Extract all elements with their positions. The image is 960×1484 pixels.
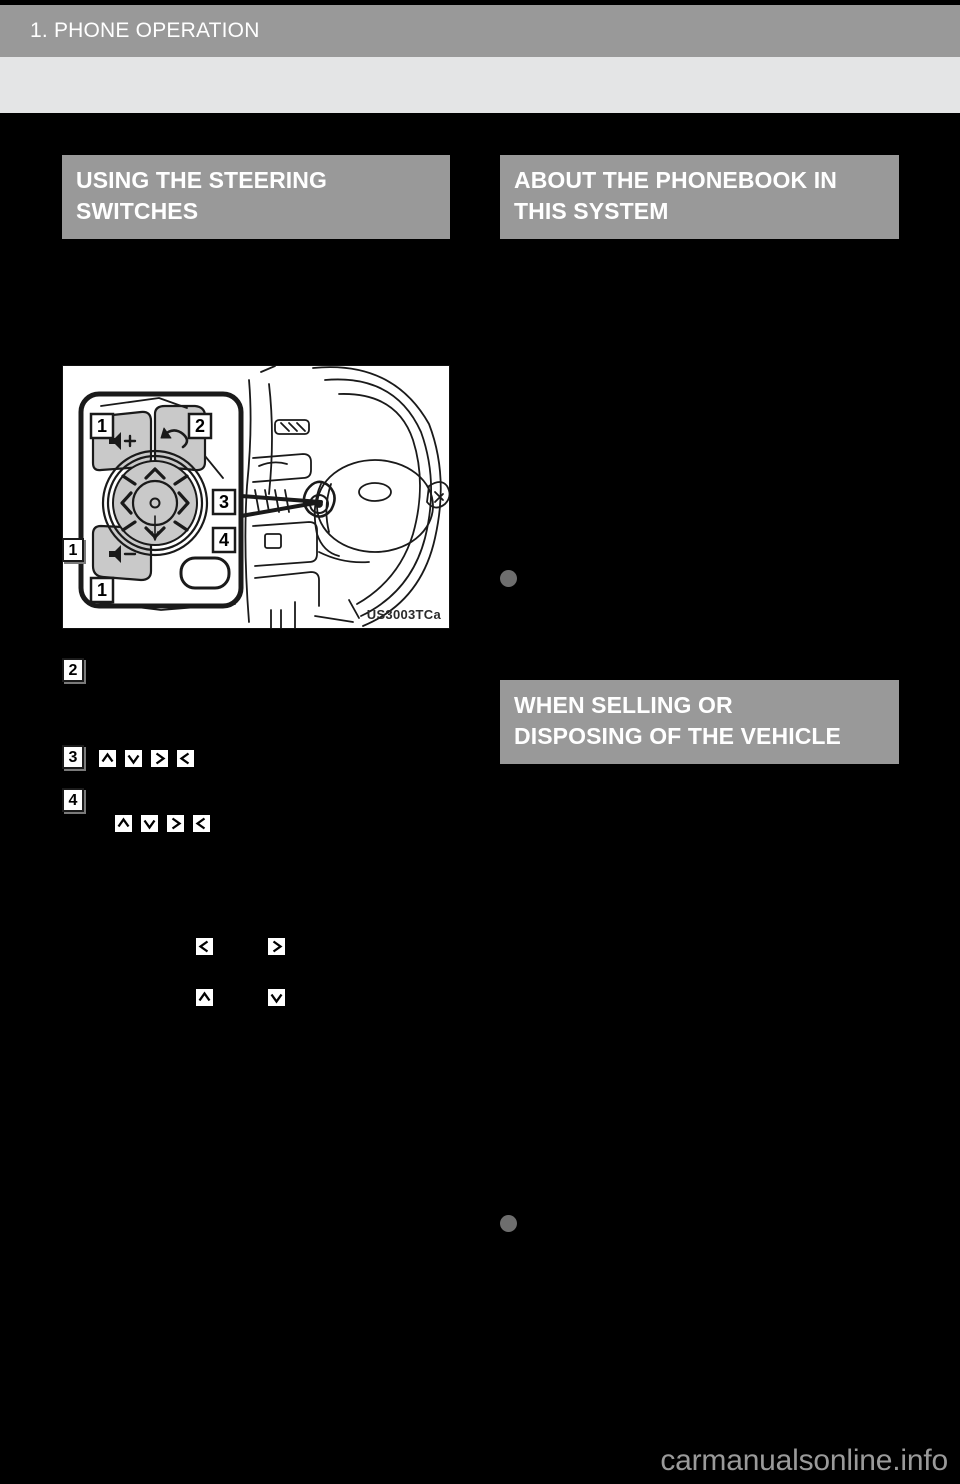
arrow-left-icon <box>196 938 213 955</box>
callout-badge-2: 2 <box>62 658 84 682</box>
arrow-down-icon <box>141 815 158 832</box>
arrow-down-icon <box>268 989 285 1006</box>
bullet-marker-2 <box>500 1215 517 1232</box>
arrow-pair-up <box>196 989 222 1006</box>
arrow-left-icon <box>193 815 210 832</box>
bullet-marker-1 <box>500 570 517 587</box>
right-column: ABOUT THE PHONEBOOK IN THIS SYSTEM <box>500 155 899 239</box>
arrow-glyph-row-1 <box>99 750 203 767</box>
arrow-pair-right <box>268 938 294 955</box>
callout-badge-1: 1 <box>62 538 84 562</box>
running-head-title: 1. PHONE OPERATION <box>30 19 260 42</box>
svg-text:2: 2 <box>195 416 205 436</box>
svg-text:4: 4 <box>219 530 229 550</box>
arrow-right-icon <box>151 750 168 767</box>
callout-badge-4: 4 <box>62 788 84 812</box>
svg-text:1: 1 <box>97 416 107 436</box>
arrow-right-icon <box>268 938 285 955</box>
arrow-left-icon <box>177 750 194 767</box>
section-heading-when-selling: WHEN SELLING OR DISPOSING OF THE VEHICLE <box>500 680 899 764</box>
arrow-pair-left <box>196 938 222 955</box>
steering-wheel-diagram-svg: 1 2 3 4 1 <box>63 366 449 628</box>
site-watermark: carmanualsonline.info <box>660 1444 948 1477</box>
svg-text:3: 3 <box>219 492 229 512</box>
page-subheader-band <box>0 57 960 113</box>
arrow-down-icon <box>125 750 142 767</box>
svg-text:1: 1 <box>97 580 107 600</box>
section-heading-line-2: SWITCHES <box>76 198 199 224</box>
section-heading-using-steering-switches: USING THE STEERING SWITCHES <box>62 155 450 239</box>
arrow-up-icon <box>196 989 213 1006</box>
section-heading-line-2: THIS SYSTEM <box>514 198 669 224</box>
left-column: USING THE STEERING SWITCHES <box>62 155 450 239</box>
figure-code: US3003TCa <box>366 607 441 622</box>
arrow-right-icon <box>167 815 184 832</box>
arrow-up-icon <box>115 815 132 832</box>
page-body: USING THE STEERING SWITCHES 1 2 3 4 1 US… <box>0 113 960 1484</box>
page-header-band: 1. PHONE OPERATION <box>0 5 960 57</box>
section-heading-line-1: WHEN SELLING OR <box>514 692 733 718</box>
arrow-up-icon <box>99 750 116 767</box>
section-heading-line-1: ABOUT THE PHONEBOOK IN <box>514 167 837 193</box>
section-heading-line-2: DISPOSING OF THE VEHICLE <box>514 723 841 749</box>
section-heading-line-1: USING THE STEERING <box>76 167 327 193</box>
steering-switch-illustration: 1 2 3 4 1 US3003TCa <box>62 365 450 629</box>
callout-badge-3: 3 <box>62 745 84 769</box>
arrow-pair-down <box>268 989 294 1006</box>
section-heading-about-phonebook: ABOUT THE PHONEBOOK IN THIS SYSTEM <box>500 155 899 239</box>
arrow-glyph-row-2 <box>115 815 219 832</box>
